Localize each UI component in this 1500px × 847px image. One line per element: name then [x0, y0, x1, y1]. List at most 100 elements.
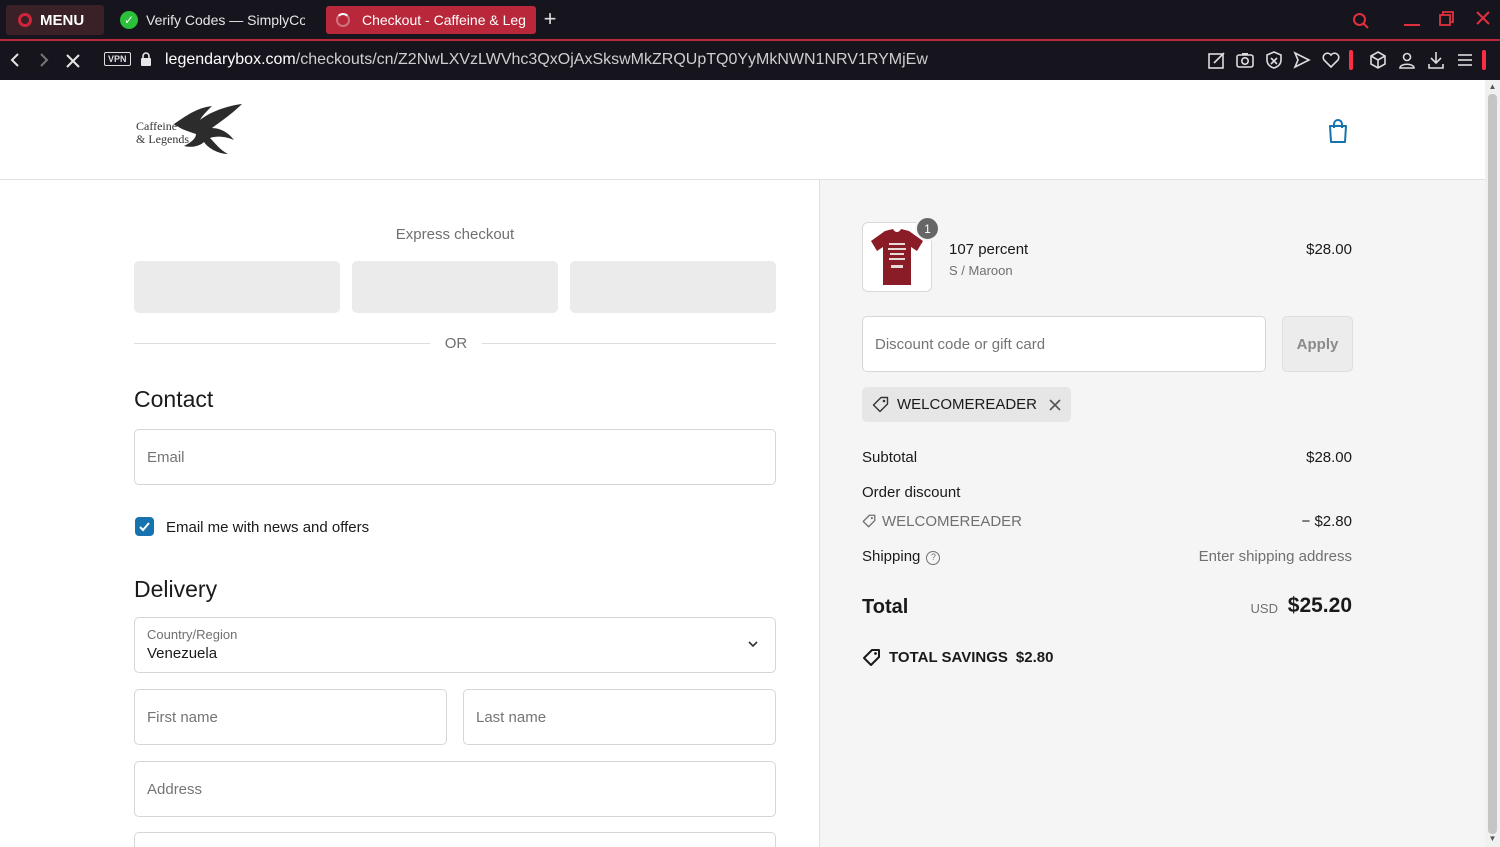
- forward-icon[interactable]: [37, 52, 51, 68]
- browser-tab-bar: MENU ✓ Verify Codes — SimplyCod Checkout…: [0, 0, 1500, 41]
- total-savings: TOTAL SAVINGS $2.80: [862, 648, 1053, 667]
- easy-setup-menu-icon[interactable]: [1455, 50, 1475, 70]
- url-domain: legendarybox.com: [165, 51, 296, 68]
- sidebar-separator: [1349, 50, 1353, 70]
- page-scrollbar[interactable]: ▲ ▼: [1485, 80, 1500, 847]
- email-field[interactable]: Email: [134, 429, 776, 485]
- savings-label: TOTAL SAVINGS: [889, 649, 1008, 666]
- first-name-placeholder: First name: [147, 709, 218, 726]
- new-tab-button[interactable]: +: [540, 7, 560, 31]
- tag-icon: [862, 514, 876, 528]
- order-summary: 1 107 percent S / Maroon $28.00 Discount…: [819, 180, 1485, 847]
- total-label: Total: [862, 596, 909, 618]
- scroll-down-icon[interactable]: ▼: [1488, 834, 1497, 843]
- marketing-checkbox-label[interactable]: Email me with news and offers: [166, 519, 369, 536]
- sidebar-edge-indicator: [1482, 50, 1486, 70]
- subtotal-value: $28.00: [1306, 449, 1352, 466]
- box-icon[interactable]: [1368, 50, 1388, 70]
- email-placeholder: Email: [147, 449, 185, 466]
- minimize-icon[interactable]: [1403, 14, 1421, 28]
- total-currency: USD: [1250, 601, 1278, 616]
- country-value: Venezuela: [147, 645, 218, 662]
- back-icon[interactable]: [8, 52, 22, 68]
- search-icon[interactable]: [1352, 12, 1370, 30]
- opera-logo-icon: [18, 13, 32, 27]
- country-label: Country/Region: [147, 627, 238, 642]
- send-icon[interactable]: [1292, 50, 1312, 70]
- tab-title: Verify Codes — SimplyCod: [146, 12, 305, 28]
- product-name: 107 percent: [949, 241, 1029, 258]
- contact-heading: Contact: [134, 386, 214, 412]
- lock-icon[interactable]: [140, 52, 152, 66]
- total-amount: $25.20: [1287, 594, 1352, 617]
- address-line-2-field[interactable]: [134, 832, 776, 847]
- express-pay-button-2[interactable]: [352, 261, 558, 313]
- loading-spinner-icon: [336, 13, 350, 27]
- shipping-row: Shipping? Enter shipping address: [862, 548, 1352, 565]
- logo-line2: & Legends: [136, 132, 189, 146]
- order-discount-label: Order discount: [862, 484, 961, 501]
- discount-value: − $2.80: [1301, 513, 1352, 530]
- subtotal-row: Subtotal $28.00: [862, 449, 1352, 466]
- country-region-select[interactable]: Country/Region Venezuela: [134, 617, 776, 673]
- scroll-up-icon[interactable]: ▲: [1488, 82, 1497, 91]
- divider: [482, 343, 776, 344]
- or-separator: OR: [444, 335, 468, 352]
- discount-placeholder: Discount code or gift card: [875, 336, 1046, 353]
- url-path: /checkouts/cn/Z2NwLXVzLWVhc3QxOjAxSkswMk…: [295, 51, 928, 68]
- tab-checkout-active[interactable]: Checkout - Caffeine & Leg: [326, 6, 536, 34]
- ad-block-icon[interactable]: [1264, 50, 1284, 70]
- savings-tag-icon: [863, 649, 880, 666]
- first-name-field[interactable]: First name: [134, 689, 447, 745]
- apply-discount-button[interactable]: Apply: [1282, 316, 1353, 372]
- logo-text: Caffeine & Legends: [136, 120, 189, 146]
- applied-discount-chip: WELCOMEREADER: [862, 387, 1072, 422]
- discount-code-label: WELCOMEREADER: [882, 513, 1023, 530]
- express-checkout-title: Express checkout: [395, 226, 515, 243]
- discount-code-input[interactable]: Discount code or gift card: [862, 316, 1266, 372]
- store-logo[interactable]: Caffeine & Legends: [134, 102, 246, 158]
- address-placeholder: Address: [147, 781, 203, 798]
- address-field[interactable]: Address: [134, 761, 776, 817]
- checkmark-favicon-icon: ✓: [120, 11, 138, 29]
- express-pay-button-1[interactable]: [134, 261, 340, 313]
- restore-window-icon[interactable]: [1439, 11, 1455, 27]
- tab-verify-codes[interactable]: ✓ Verify Codes — SimplyCod: [110, 6, 315, 34]
- shopping-bag-icon[interactable]: [1326, 118, 1350, 144]
- address-bar: VPN legendarybox.com/checkouts/cn/Z2NwLX…: [0, 41, 1500, 80]
- checkmark-icon: [139, 522, 150, 532]
- vpn-badge[interactable]: VPN: [104, 52, 131, 66]
- checkout-page: Caffeine & Legends Express checkout OR C…: [0, 80, 1485, 847]
- savings-value: $2.80: [1015, 649, 1054, 666]
- express-pay-button-3[interactable]: [570, 261, 776, 313]
- subtotal-label: Subtotal: [862, 449, 918, 466]
- close-window-icon[interactable]: [1475, 10, 1491, 26]
- quantity-badge: 1: [915, 216, 940, 241]
- delivery-heading: Delivery: [134, 576, 218, 602]
- url-field[interactable]: legendarybox.com/checkouts/cn/Z2NwLXVzLW…: [165, 51, 928, 69]
- divider: [134, 343, 430, 344]
- share-edit-icon[interactable]: [1207, 50, 1227, 70]
- shipping-label: Shipping: [862, 548, 921, 565]
- profile-icon[interactable]: [1397, 50, 1417, 70]
- product-variant: S / Maroon: [949, 263, 1013, 278]
- camera-icon[interactable]: [1235, 50, 1255, 70]
- tab-title: Checkout - Caffeine & Leg: [362, 12, 526, 28]
- scrollbar-thumb[interactable]: [1488, 94, 1497, 834]
- discount-code-row: WELCOMEREADER − $2.80: [862, 513, 1352, 530]
- stop-loading-icon[interactable]: [65, 53, 81, 69]
- applied-code-text: WELCOMEREADER: [897, 396, 1038, 413]
- menu-label: MENU: [40, 11, 85, 29]
- help-circle-icon[interactable]: ?: [926, 551, 941, 565]
- opera-menu-button[interactable]: MENU: [6, 5, 104, 35]
- heart-icon[interactable]: [1321, 50, 1341, 70]
- product-price: $28.00: [1306, 241, 1352, 258]
- remove-discount-icon[interactable]: [1049, 398, 1061, 411]
- checkout-form: Express checkout OR Contact Email Email …: [0, 180, 820, 847]
- shipping-value: Enter shipping address: [1198, 548, 1352, 565]
- last-name-field[interactable]: Last name: [463, 689, 776, 745]
- order-discount-row: Order discount: [862, 484, 1352, 501]
- download-icon[interactable]: [1426, 50, 1446, 70]
- chevron-down-icon: [748, 641, 758, 648]
- marketing-checkbox[interactable]: [135, 517, 154, 536]
